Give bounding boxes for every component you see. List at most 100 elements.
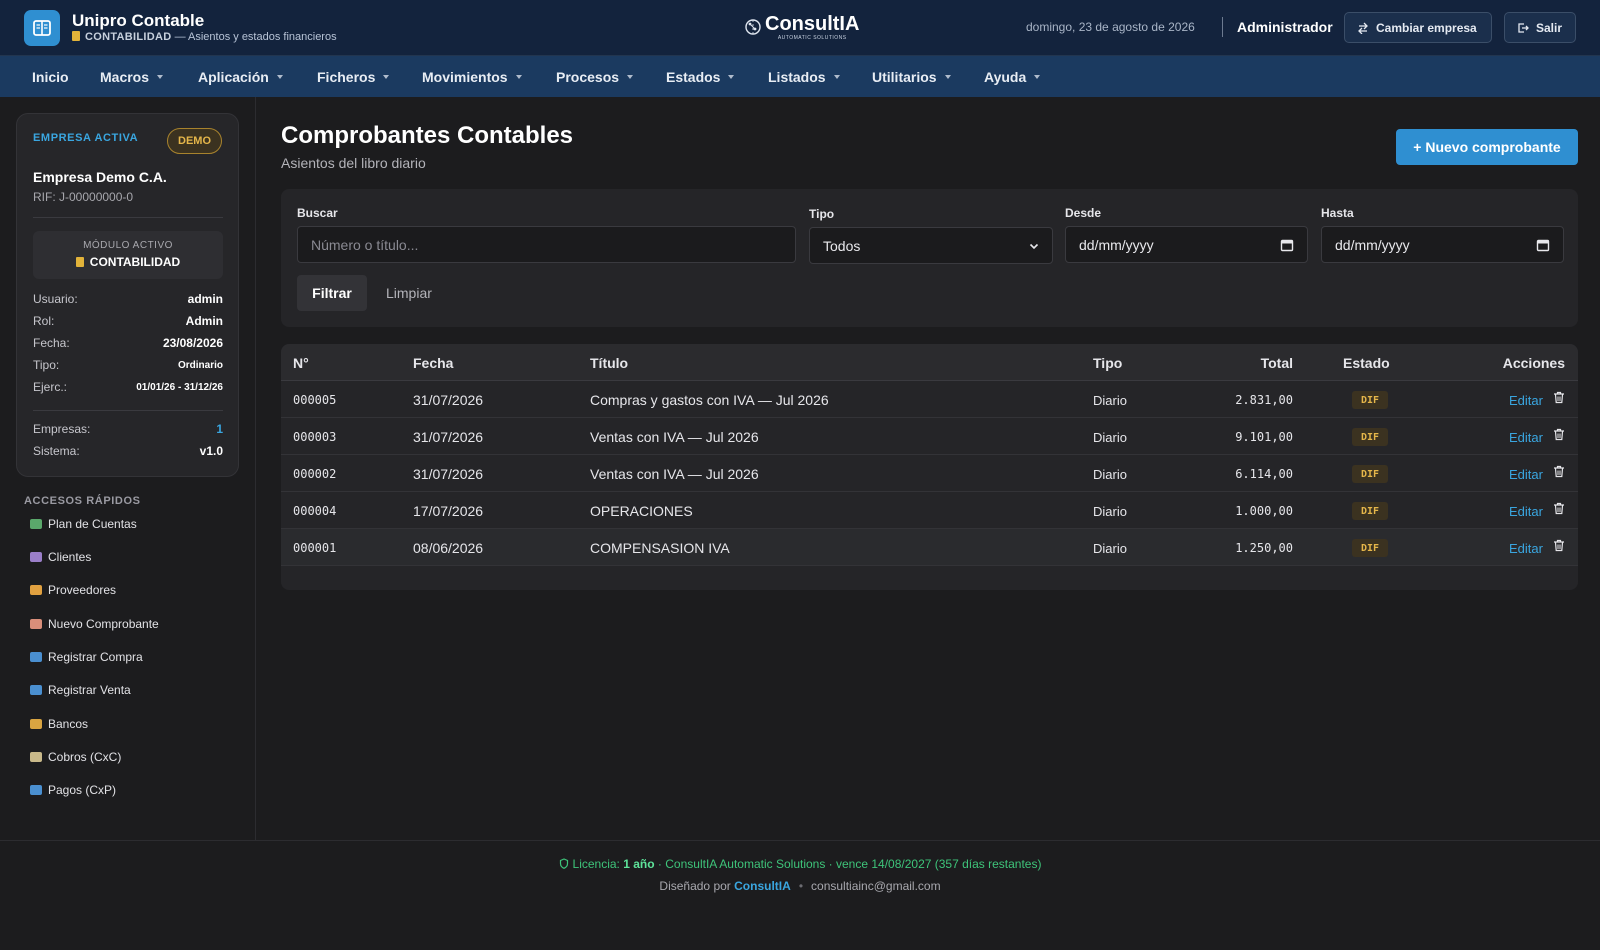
filter-button[interactable]: Filtrar — [297, 275, 367, 311]
trash-icon[interactable] — [1553, 428, 1565, 441]
from-label: Desde — [1065, 206, 1102, 220]
designed-by-label: Diseñado por — [659, 879, 731, 893]
caret-down-icon — [944, 74, 951, 79]
trash-icon[interactable] — [1553, 465, 1565, 478]
clear-button[interactable]: Limpiar — [386, 275, 432, 311]
nav-label: Procesos — [556, 68, 620, 85]
search-placeholder: Número o título... — [311, 236, 419, 253]
main-nav: Inicio Macros Aplicación Ficheros Movimi… — [0, 56, 1600, 97]
app-title: Unipro Contable — [72, 11, 205, 30]
quick-link-label: Registrar Compra — [48, 650, 143, 664]
user-name: Administrador — [1237, 19, 1333, 35]
designer-link[interactable]: ConsultIA — [734, 879, 791, 893]
quick-link-label: Pagos (CxP) — [48, 783, 117, 797]
nav-label: Macros — [100, 68, 150, 85]
table-row[interactable]: 000005 31/07/2026 Compras y gastos con IVA… — [281, 381, 1578, 418]
switch-company-button[interactable]: Cambiar empresa — [1344, 12, 1492, 43]
filter-panel: Buscar Número o título... Tipo Todos Des… — [281, 189, 1578, 327]
type-label: Tipo — [809, 207, 835, 221]
edit-link[interactable]: Editar — [1509, 430, 1543, 445]
clipboard-icon — [30, 752, 42, 762]
divider — [33, 217, 223, 218]
cell-total: 1.000,00 — [1235, 504, 1293, 518]
stat-value: v1.0 — [199, 444, 223, 458]
edit-link[interactable]: Editar — [1509, 504, 1543, 519]
calendar-icon[interactable] — [1280, 238, 1294, 252]
license-details: · ConsultIA Automatic Solutions · vence … — [657, 857, 1042, 871]
info-key: Tipo: — [33, 358, 60, 372]
nav-ayuda[interactable]: Ayuda — [984, 56, 1041, 97]
license-term: 1 año — [623, 857, 655, 871]
quick-link-truck[interactable]: Proveedores — [30, 581, 116, 599]
caret-down-icon — [1034, 74, 1041, 79]
table-row[interactable]: 000001 08/06/2026 COMPENSASION IVA Diario 1.… — [281, 529, 1578, 566]
nav-movimientos[interactable]: Movimientos — [422, 56, 522, 97]
nav-aplicacion[interactable]: Aplicación — [198, 56, 283, 97]
new-voucher-button[interactable]: + Nuevo comprobante — [1396, 129, 1578, 165]
search-input[interactable]: Número o título... — [297, 226, 796, 263]
stat-sistema: Sistema: v1.0 — [33, 444, 223, 460]
edit-link[interactable]: Editar — [1509, 467, 1543, 482]
edit-link[interactable]: Editar — [1509, 541, 1543, 556]
cell-titulo: OPERACIONES — [590, 503, 693, 519]
calendar-icon[interactable] — [1536, 238, 1550, 252]
nav-estados[interactable]: Estados — [666, 56, 735, 97]
caret-down-icon — [515, 74, 522, 79]
nav-label: Ayuda — [984, 68, 1027, 85]
trash-icon[interactable] — [1553, 539, 1565, 552]
quick-link-cart[interactable]: Registrar Compra — [30, 648, 143, 666]
trash-icon[interactable] — [1553, 502, 1565, 515]
nav-ficheros[interactable]: Ficheros — [317, 56, 390, 97]
quick-link-chart[interactable]: Plan de Cuentas — [30, 515, 137, 533]
users-icon — [30, 552, 42, 562]
status-badge: DIF — [1352, 502, 1388, 520]
quick-link-card[interactable]: Pagos (CxP) — [30, 781, 116, 799]
logout-button[interactable]: Salir — [1504, 12, 1576, 43]
nav-inicio[interactable]: Inicio — [32, 56, 69, 97]
cell-fecha: 08/06/2026 — [413, 540, 484, 556]
quick-link-clipboard[interactable]: Cobros (CxC) — [30, 748, 121, 766]
nav-procesos[interactable]: Procesos — [556, 56, 634, 97]
quick-link-label: Cobros (CxC) — [48, 750, 122, 764]
demo-badge: DEMO — [167, 128, 222, 154]
from-date-value: dd/mm/yyyy — [1079, 236, 1154, 253]
caret-down-icon — [383, 74, 390, 79]
caret-down-icon — [728, 74, 735, 79]
top-header: Unipro Contable CONTABILIDAD — Asientos … — [0, 0, 1600, 56]
to-date-input[interactable]: dd/mm/yyyy — [1321, 226, 1564, 263]
quick-link-users[interactable]: Clientes — [30, 548, 91, 566]
edit-link[interactable]: Editar — [1509, 393, 1543, 408]
nav-utilitarios[interactable]: Utilitarios — [872, 56, 951, 97]
status-badge: DIF — [1352, 539, 1388, 557]
logo-text: ConsultIA — [765, 12, 860, 35]
nav-macros[interactable]: Macros — [100, 56, 164, 97]
quick-link-label: Plan de Cuentas — [48, 517, 137, 531]
col-numero: N° — [293, 355, 309, 371]
page-subtitle: Asientos del libro diario — [281, 155, 426, 171]
divider — [33, 410, 223, 411]
logout-icon — [1518, 22, 1529, 33]
nav-listados[interactable]: Listados — [768, 56, 840, 97]
company-rif: RIF: J-00000000-0 — [33, 190, 134, 204]
shield-icon — [559, 858, 568, 869]
status-badge: DIF — [1352, 428, 1388, 446]
info-ejercicio: Ejerc.: 01/01/26 - 31/12/26 — [33, 380, 223, 396]
contact-email[interactable]: consultiainc@gmail.com — [811, 879, 941, 893]
quick-link-money-bag[interactable]: Bancos — [30, 715, 88, 733]
quick-link-document[interactable]: Nuevo Comprobante — [30, 615, 159, 633]
cell-numero: 000001 — [293, 541, 337, 555]
table-row[interactable]: 000002 31/07/2026 Ventas con IVA — Jul 202… — [281, 455, 1578, 492]
cell-tipo: Diario — [1093, 541, 1127, 556]
from-date-input[interactable]: dd/mm/yyyy — [1065, 226, 1308, 263]
quick-link-shop[interactable]: Registrar Venta — [30, 681, 131, 699]
book-icon[interactable] — [24, 10, 60, 46]
table-row[interactable]: 000004 17/07/2026 OPERACIONES Diario 1.000,0… — [281, 492, 1578, 529]
col-estado: Estado — [1343, 355, 1390, 371]
stat-key: Empresas: — [33, 422, 91, 436]
cell-fecha: 31/07/2026 — [413, 392, 484, 408]
cell-titulo: Ventas con IVA — Jul 2026 — [590, 429, 759, 445]
logout-label: Salir — [1536, 20, 1563, 35]
type-select[interactable]: Todos — [809, 227, 1053, 264]
trash-icon[interactable] — [1553, 391, 1565, 404]
table-row[interactable]: 000003 31/07/2026 Ventas con IVA — Jul 202… — [281, 418, 1578, 455]
